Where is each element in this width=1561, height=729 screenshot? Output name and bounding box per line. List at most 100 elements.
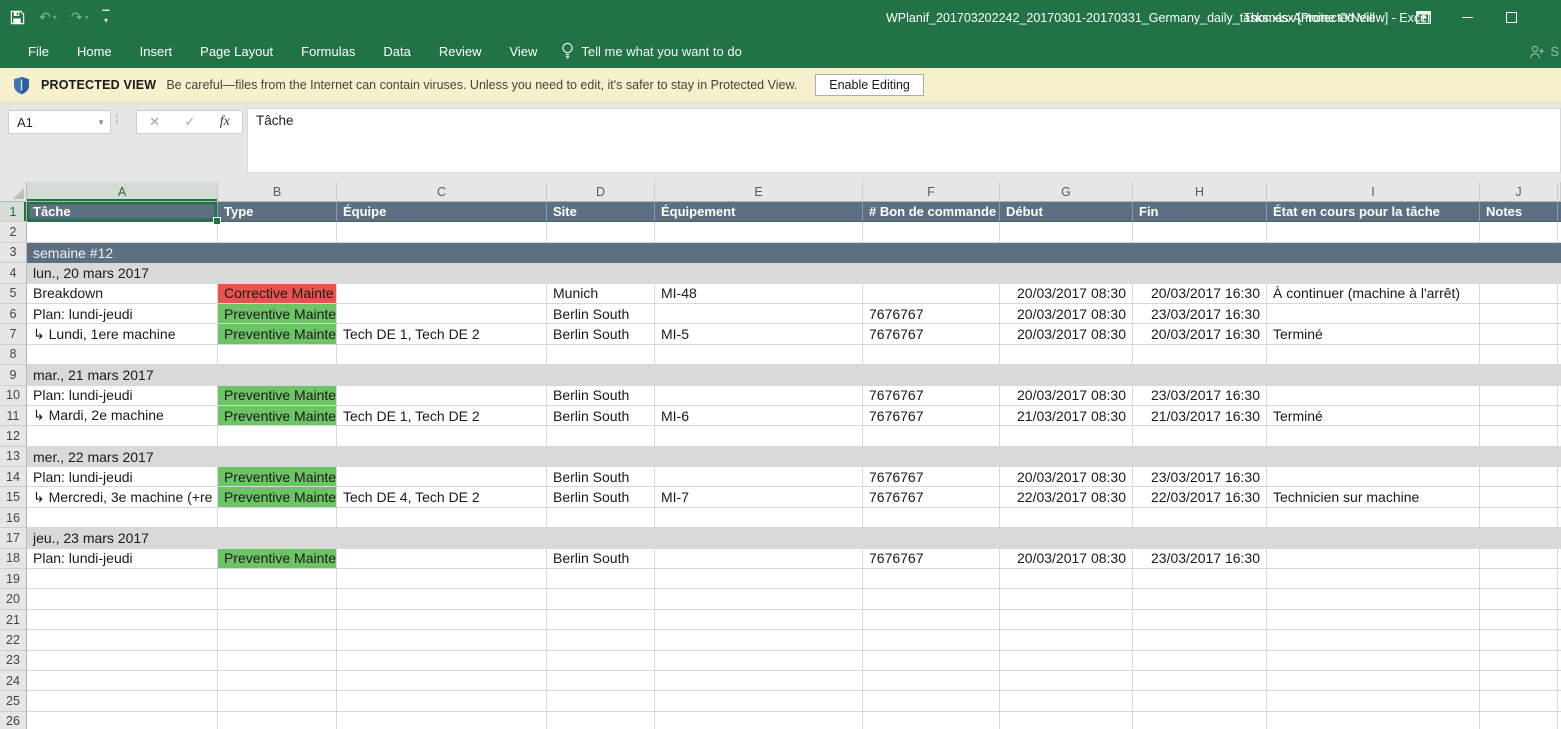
cell-J7[interactable] xyxy=(1480,324,1558,344)
cell-H7[interactable]: 20/03/2017 16:30 xyxy=(1133,324,1267,344)
cell-E21[interactable] xyxy=(655,610,863,630)
cell-F14[interactable]: 7676767 xyxy=(863,467,1000,487)
cell-E5[interactable]: MI-48 xyxy=(655,284,863,304)
row-header-7[interactable]: 7 xyxy=(0,324,27,344)
cell-E12[interactable] xyxy=(655,426,863,446)
cell-B7[interactable]: Preventive Mainte xyxy=(218,324,337,344)
cell-J22[interactable] xyxy=(1480,630,1558,650)
cell-B25[interactable] xyxy=(218,691,337,711)
cell-F21[interactable] xyxy=(863,610,1000,630)
cell-B10[interactable]: Preventive Mainte xyxy=(218,386,337,406)
cell-G15[interactable]: 22/03/2017 08:30 xyxy=(1000,487,1133,507)
cell-A23[interactable] xyxy=(27,651,218,671)
cell-H12[interactable] xyxy=(1133,426,1267,446)
cell-J11[interactable] xyxy=(1480,406,1558,426)
column-header-G[interactable]: G xyxy=(1000,182,1133,202)
row-header-26[interactable]: 26 xyxy=(0,712,27,729)
cell-C16[interactable] xyxy=(337,508,547,528)
row-header-3[interactable]: 3 xyxy=(0,243,27,263)
cell-E18[interactable] xyxy=(655,549,863,569)
cell-A14[interactable]: Plan: lundi-jeudi xyxy=(27,467,218,487)
cell-C25[interactable] xyxy=(337,691,547,711)
cell-D19[interactable] xyxy=(547,569,655,589)
row-header-20[interactable]: 20 xyxy=(0,589,27,609)
cell-A2[interactable] xyxy=(27,222,218,242)
cell-C23[interactable] xyxy=(337,651,547,671)
cell-A6[interactable]: Plan: lundi-jeudi xyxy=(27,304,218,324)
cell-I7[interactable]: Terminé xyxy=(1267,324,1480,344)
row-header-16[interactable]: 16 xyxy=(0,508,27,528)
cell-F26[interactable] xyxy=(863,712,1000,729)
row-header-22[interactable]: 22 xyxy=(0,630,27,650)
cell-J2[interactable] xyxy=(1480,222,1558,242)
tab-page-layout[interactable]: Page Layout xyxy=(186,35,287,68)
undo-icon[interactable]: ↶▾ xyxy=(39,9,57,26)
tab-home[interactable]: Home xyxy=(63,35,126,68)
cell-J16[interactable] xyxy=(1480,508,1558,528)
cell-E19[interactable] xyxy=(655,569,863,589)
cell-F1[interactable]: # Bon de commande xyxy=(863,202,1000,222)
row-header-10[interactable]: 10 xyxy=(0,386,27,406)
cell-G12[interactable] xyxy=(1000,426,1133,446)
column-header-I[interactable]: I xyxy=(1267,182,1480,202)
cell-F6[interactable]: 7676767 xyxy=(863,304,1000,324)
tell-me-box[interactable]: Tell me what you want to do xyxy=(561,42,741,62)
cell-H24[interactable] xyxy=(1133,671,1267,691)
cell-I20[interactable] xyxy=(1267,589,1480,609)
cell-E15[interactable]: MI-7 xyxy=(655,487,863,507)
cell-D5[interactable]: Munich xyxy=(547,284,655,304)
cell-G26[interactable] xyxy=(1000,712,1133,729)
cell-I6[interactable] xyxy=(1267,304,1480,324)
row-header-13[interactable]: 13 xyxy=(0,447,27,467)
cell-F22[interactable] xyxy=(863,630,1000,650)
cell-I19[interactable] xyxy=(1267,569,1480,589)
cell-I5[interactable]: À continuer (machine à l'arrêt) xyxy=(1267,284,1480,304)
cell-G22[interactable] xyxy=(1000,630,1133,650)
row-header-1[interactable]: 1 xyxy=(0,202,27,222)
cell-J14[interactable] xyxy=(1480,467,1558,487)
column-header-E[interactable]: E xyxy=(655,182,863,202)
cell-C19[interactable] xyxy=(337,569,547,589)
cell-A11[interactable]: ↳ Mardi, 2e machine xyxy=(27,406,218,426)
cell-G7[interactable]: 20/03/2017 08:30 xyxy=(1000,324,1133,344)
cell-J15[interactable] xyxy=(1480,487,1558,507)
cell-D1[interactable]: Site xyxy=(547,202,655,222)
cell-I2[interactable] xyxy=(1267,222,1480,242)
cell-A21[interactable] xyxy=(27,610,218,630)
cell-G20[interactable] xyxy=(1000,589,1133,609)
cell-A26[interactable] xyxy=(27,712,218,729)
cell-I23[interactable] xyxy=(1267,651,1480,671)
select-all-corner[interactable] xyxy=(0,182,27,202)
cell-A19[interactable] xyxy=(27,569,218,589)
cell-H5[interactable]: 20/03/2017 16:30 xyxy=(1133,284,1267,304)
cell-F16[interactable] xyxy=(863,508,1000,528)
row-header-14[interactable]: 14 xyxy=(0,467,27,487)
cell-G21[interactable] xyxy=(1000,610,1133,630)
cell-F11[interactable]: 7676767 xyxy=(863,406,1000,426)
cell-A20[interactable] xyxy=(27,589,218,609)
cell-D24[interactable] xyxy=(547,671,655,691)
cell-E26[interactable] xyxy=(655,712,863,729)
cell-G24[interactable] xyxy=(1000,671,1133,691)
row-band-9[interactable]: mar., 21 mars 2017 xyxy=(27,365,1561,385)
cell-D20[interactable] xyxy=(547,589,655,609)
cell-A18[interactable]: Plan: lundi-jeudi xyxy=(27,549,218,569)
cell-B8[interactable] xyxy=(218,345,337,365)
cell-F7[interactable]: 7676767 xyxy=(863,324,1000,344)
cell-A1[interactable]: Tâche xyxy=(27,202,218,222)
maximize-icon[interactable] xyxy=(1489,0,1533,35)
enable-editing-button[interactable]: Enable Editing xyxy=(815,74,924,96)
tab-data[interactable]: Data xyxy=(369,35,424,68)
cancel-icon[interactable]: ✕ xyxy=(149,114,160,130)
cell-H6[interactable]: 23/03/2017 16:30 xyxy=(1133,304,1267,324)
cell-I14[interactable] xyxy=(1267,467,1480,487)
cell-J8[interactable] xyxy=(1480,345,1558,365)
row-header-8[interactable]: 8 xyxy=(0,345,27,365)
cell-E20[interactable] xyxy=(655,589,863,609)
cell-B18[interactable]: Preventive Mainte xyxy=(218,549,337,569)
cell-D6[interactable]: Berlin South xyxy=(547,304,655,324)
cell-F5[interactable] xyxy=(863,284,1000,304)
cell-C14[interactable] xyxy=(337,467,547,487)
cell-F25[interactable] xyxy=(863,691,1000,711)
column-header-D[interactable]: D xyxy=(547,182,655,202)
